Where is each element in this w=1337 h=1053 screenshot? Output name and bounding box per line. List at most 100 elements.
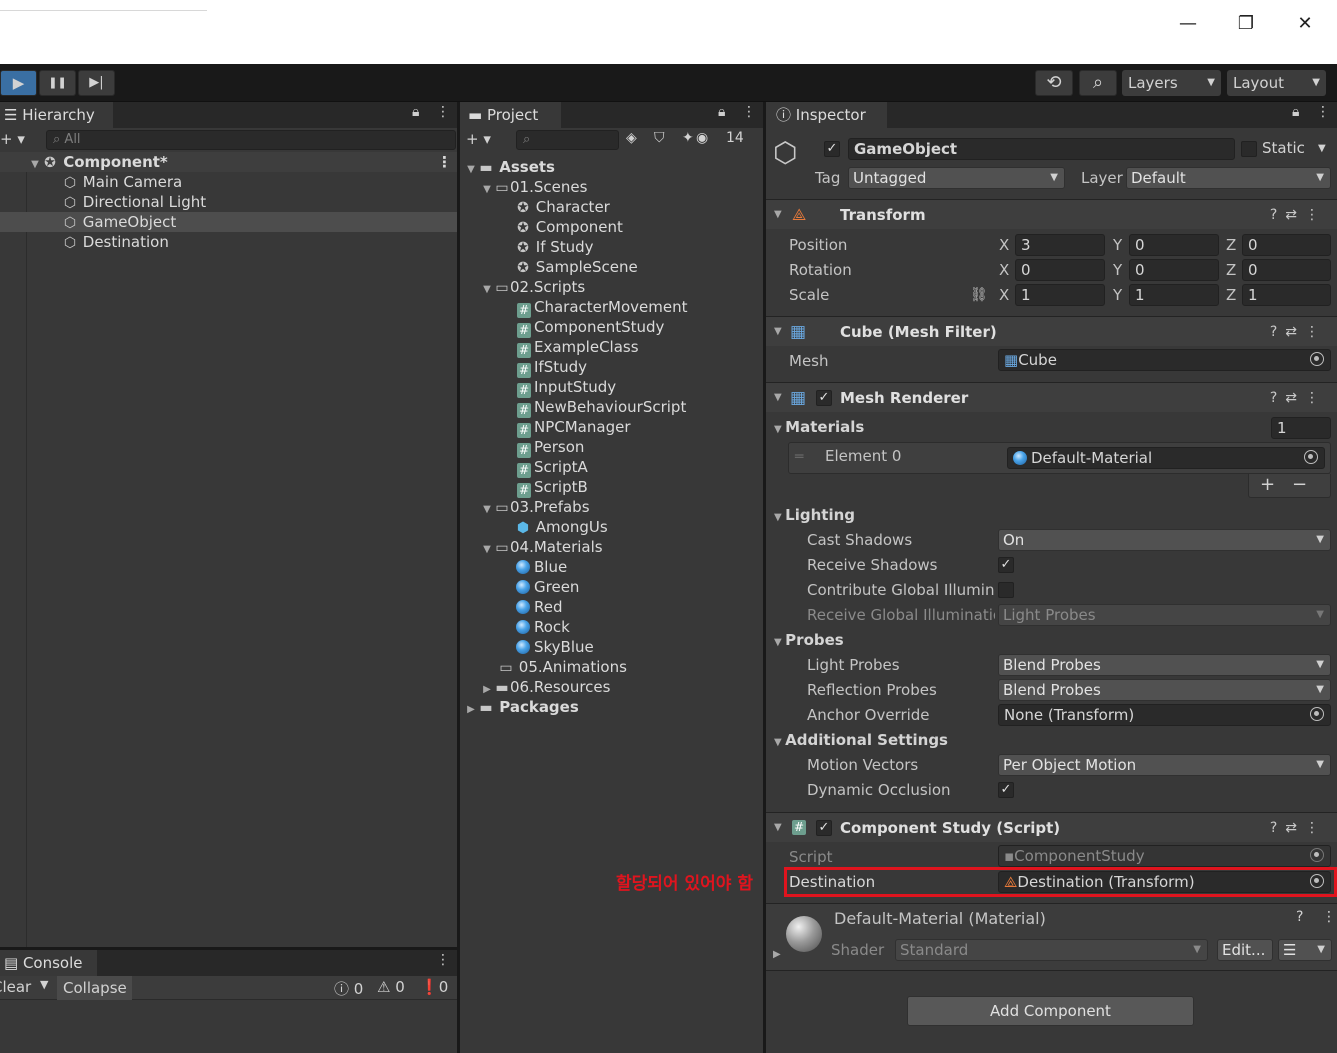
layout-dropdown[interactable]: Layout ▼ [1227, 70, 1326, 96]
mesh-renderer-header[interactable]: ▼ ▦ ✓ Mesh Renderer ?⇄⋮ [766, 382, 1337, 412]
asset-scene[interactable]: ✪ Component [515, 217, 623, 237]
add-component-button[interactable]: Add Component [907, 996, 1194, 1026]
tab-inspector[interactable]: ⓘ Inspector [766, 102, 887, 128]
kebab-menu-icon[interactable]: ⋮ [1316, 104, 1330, 120]
hierarchy-item[interactable]: ⬡ Main Camera [62, 172, 182, 192]
project-search-input[interactable]: ⌕ [516, 130, 619, 150]
asset-script[interactable]: # ScriptB [517, 477, 588, 498]
mesh-filter-header[interactable]: ▼ ▦ Cube (Mesh Filter) ?⇄⋮ [766, 316, 1337, 346]
asset-script[interactable]: # ComponentStudy [517, 317, 664, 338]
object-picker-icon[interactable] [1310, 874, 1324, 888]
lock-icon[interactable]: 🔒︎ [1292, 104, 1299, 120]
motion-vectors-dropdown[interactable]: Per Object Motion ▼ [998, 754, 1331, 776]
anchor-override-field[interactable]: None (Transform) [998, 704, 1331, 726]
asset-script[interactable]: # IfStudy [517, 357, 587, 378]
constrain-proportions-icon[interactable]: ⛓ [970, 283, 988, 307]
transform-header[interactable]: ▼ ⟁ Transform ?⇄⋮ [766, 199, 1337, 229]
asset-scene[interactable]: ✪ Character [515, 197, 610, 217]
folder-assets[interactable]: ▼ ▬ Assets [464, 157, 555, 177]
kebab-menu-icon[interactable]: ⋮ [1322, 909, 1336, 925]
component-study-header[interactable]: ▼ # ✓ Component Study (Script) ?⇄⋮ [766, 812, 1337, 842]
component-header-icons[interactable]: ?⇄⋮ [1270, 383, 1327, 413]
position-x-input[interactable]: 3 [1015, 234, 1105, 256]
add-element-button[interactable]: + [1260, 474, 1275, 496]
step-button[interactable]: ▶| [78, 70, 115, 96]
materials-foldout[interactable]: ▼ Materials [774, 415, 864, 439]
error-toggle[interactable]: ❗0 [420, 978, 448, 996]
folder-scripts[interactable]: ▼ ▭02.Scripts [480, 277, 585, 297]
position-y-input[interactable]: 0 [1129, 234, 1219, 256]
object-picker-icon[interactable] [1310, 352, 1324, 366]
warning-toggle[interactable]: ⚠ 0 [377, 978, 405, 996]
asset-material[interactable]: Red [516, 597, 563, 617]
expand-triangle-icon[interactable]: ▶ [773, 949, 781, 960]
additional-settings-foldout[interactable]: ▼ Additional Settings [774, 728, 948, 752]
asset-material[interactable]: Blue [516, 557, 567, 577]
save-search-icon[interactable]: ✦ [682, 130, 694, 146]
close-button[interactable]: ✕ [1290, 10, 1320, 38]
filter-type-icon[interactable]: ◈ [626, 130, 637, 146]
scale-z-input[interactable]: 1 [1242, 284, 1331, 306]
hierarchy-search-input[interactable]: ⌕ All [46, 130, 456, 150]
filter-label-icon[interactable]: ⛉ [654, 130, 665, 146]
position-z-input[interactable]: 0 [1242, 234, 1331, 256]
element0-field[interactable]: Default-Material [1007, 447, 1325, 469]
object-picker-icon[interactable] [1304, 450, 1318, 464]
lock-icon[interactable]: 🔒︎ [412, 104, 419, 120]
folder-resources[interactable]: ▶ ▬06.Resources [480, 677, 610, 697]
shader-dropdown[interactable]: Standard ▼ [895, 939, 1208, 961]
help-icon[interactable]: ? [1296, 909, 1303, 925]
asset-scene[interactable]: ✪ SampleScene [515, 257, 638, 277]
folder-scenes[interactable]: ▼ ▭01.Scenes [480, 177, 587, 197]
history-icon[interactable]: ⟲ [1035, 70, 1073, 96]
folder-packages[interactable]: ▶ ▬ Packages [464, 697, 579, 717]
static-checkbox[interactable] [1241, 141, 1257, 157]
tab-console[interactable]: ▤ Console [0, 950, 97, 976]
scale-x-input[interactable]: 1 [1015, 284, 1105, 306]
component-header-icons[interactable]: ?⇄⋮ [1270, 200, 1327, 230]
chevron-down-icon[interactable]: ▼ [1318, 139, 1326, 159]
collapse-button[interactable]: Collapse [57, 976, 132, 1000]
asset-material[interactable]: SkyBlue [516, 637, 594, 657]
folder-prefabs[interactable]: ▼ ▭03.Prefabs [480, 497, 589, 517]
create-button[interactable]: + ▾ [0, 130, 25, 148]
folder-materials[interactable]: ▼ ▭04.Materials [480, 537, 602, 557]
asset-material[interactable]: Green [516, 577, 579, 597]
tag-dropdown[interactable]: Untagged ▼ [848, 167, 1065, 189]
chevron-down-icon[interactable]: ▼ [40, 978, 48, 991]
materials-count-input[interactable]: 1 [1271, 417, 1331, 439]
rotation-y-input[interactable]: 0 [1129, 259, 1219, 281]
asset-script[interactable]: # NPCManager [517, 417, 631, 438]
component-header-icons[interactable]: ?⇄⋮ [1270, 813, 1327, 843]
rotation-x-input[interactable]: 0 [1015, 259, 1105, 281]
asset-prefab[interactable]: ⬢ AmongUs [515, 517, 608, 537]
search-icon[interactable]: ⌕ [1079, 70, 1117, 96]
lighting-foldout[interactable]: ▼ Lighting [774, 503, 855, 527]
info-toggle[interactable]: ⓘ 0 [334, 978, 363, 999]
light-probes-dropdown[interactable]: Blend Probes ▼ [998, 654, 1331, 676]
component-study-enabled-checkbox[interactable]: ✓ [816, 820, 832, 836]
contribute-gi-checkbox[interactable] [998, 582, 1014, 598]
hidden-packages-icon[interactable]: ◉ [696, 130, 708, 146]
minimize-button[interactable]: — [1173, 10, 1203, 38]
asset-material[interactable]: Rock [516, 617, 570, 637]
object-picker-icon[interactable] [1310, 707, 1324, 721]
gameobject-cube-icon[interactable]: ⬡ [773, 136, 797, 169]
folder-animations[interactable]: ▭ 05.Animations [498, 657, 627, 677]
asset-script[interactable]: # NewBehaviourScript [517, 397, 686, 418]
mesh-field[interactable]: ▦Cube [998, 349, 1331, 371]
layer-dropdown[interactable]: Default ▼ [1126, 167, 1331, 189]
dynamic-occlusion-checkbox[interactable]: ✓ [998, 782, 1014, 798]
asset-script[interactable]: # ExampleClass [517, 337, 639, 358]
clear-button[interactable]: Clear [0, 978, 31, 996]
lock-icon[interactable]: 🔒︎ [718, 104, 725, 120]
pause-button[interactable]: ❚❚ [39, 70, 76, 96]
asset-script[interactable]: # InputStudy [517, 377, 616, 398]
asset-scene[interactable]: ✪ If Study [515, 237, 593, 257]
tab-hierarchy[interactable]: ☰ Hierarchy [0, 102, 113, 128]
component-header-icons[interactable]: ?⇄⋮ [1270, 317, 1327, 347]
destination-field[interactable]: ⟁Destination (Transform) [998, 871, 1331, 893]
hierarchy-item[interactable]: ⬡ Directional Light [62, 192, 206, 212]
kebab-menu-icon[interactable]: ⋮ [437, 152, 452, 172]
asset-script[interactable]: # ScriptA [517, 457, 588, 478]
